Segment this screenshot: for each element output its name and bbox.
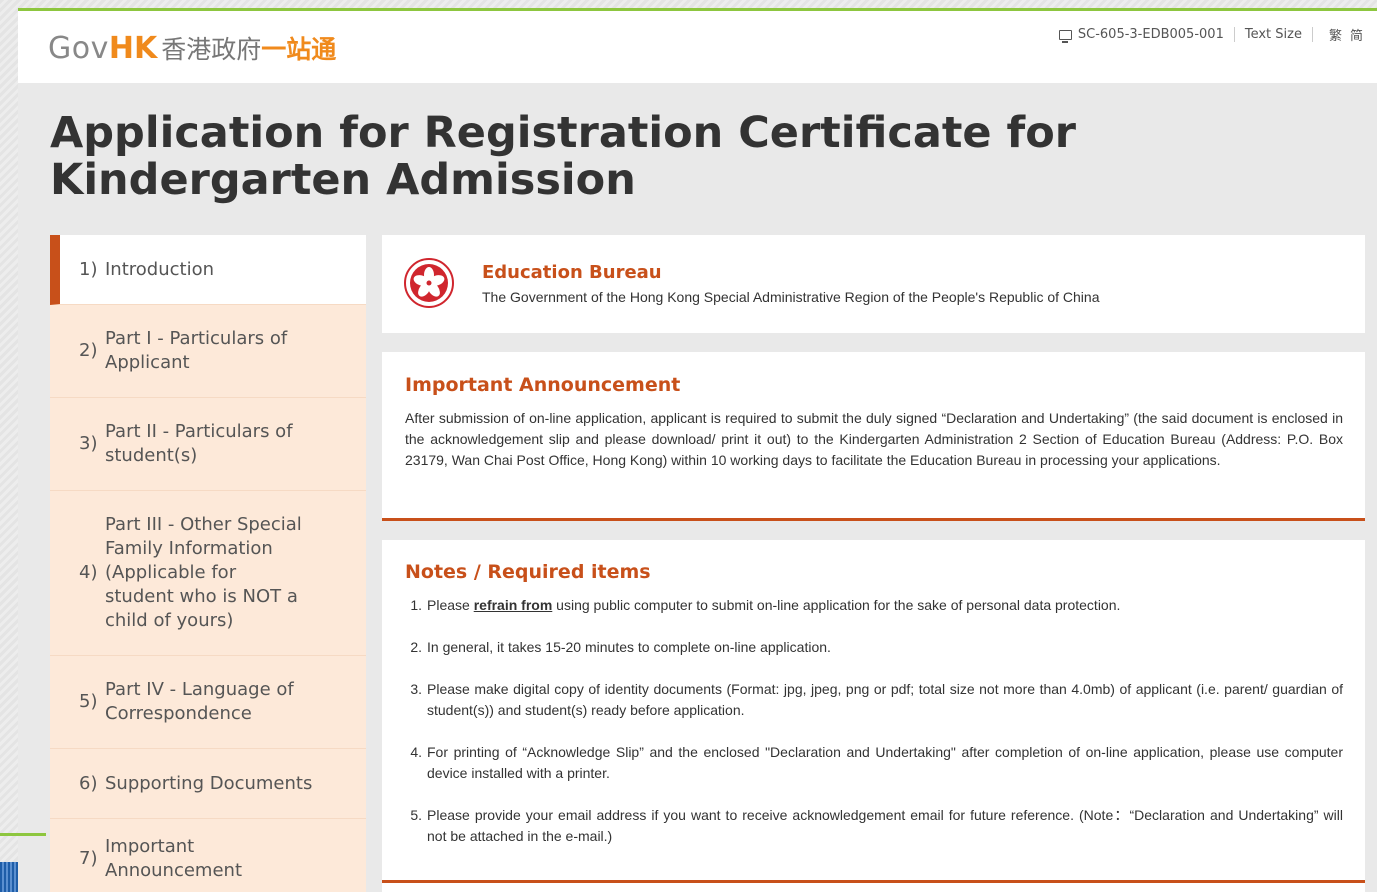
list-item-index: 4. xyxy=(410,744,422,760)
nav-step-other-special-family-information[interactable]: 4) Part III - Other Special Family Infor… xyxy=(50,491,366,656)
left-green-accent xyxy=(0,833,46,836)
list-item-text: Please provide your email address if you… xyxy=(427,807,1343,844)
nav-step-number: 4) xyxy=(79,562,98,583)
nav-step-label: Part III - Other Special Family Informat… xyxy=(105,514,302,631)
nav-step-supporting-documents[interactable]: 6) Supporting Documents xyxy=(50,749,366,819)
list-item: 5. Please provide your email address if … xyxy=(405,805,1343,847)
list-item: 2. In general, it takes 15-20 minutes to… xyxy=(405,637,1343,658)
left-decorative-strip xyxy=(0,0,18,892)
notes-card: Notes / Required items 1. Please refrain… xyxy=(382,540,1365,892)
notes-title: Notes / Required items xyxy=(405,561,651,583)
refrain-from-emphasis: refrain from xyxy=(473,597,553,613)
nav-step-label: Introduction xyxy=(105,258,215,280)
divider xyxy=(1311,27,1313,42)
bureau-card: Education Bureau The Government of the H… xyxy=(382,235,1365,333)
list-item-index: 2. xyxy=(410,639,422,655)
list-item-index: 5. xyxy=(410,807,422,823)
note-text: using public computer to submit on-line … xyxy=(552,597,1121,613)
announcement-card: Important Announcement After submission … xyxy=(382,352,1365,521)
nav-step-number: 3) xyxy=(79,433,98,454)
note-text: Please xyxy=(427,597,474,613)
announcement-title: Important Announcement xyxy=(405,374,681,396)
notes-list: 1. Please refrain from using public comp… xyxy=(405,595,1343,847)
lang-traditional-chinese-link[interactable]: 繁 xyxy=(1329,25,1342,44)
bureau-subtitle: The Government of the Hong Kong Special … xyxy=(482,289,1100,305)
list-item-text: For printing of “Acknowledge Slip” and t… xyxy=(427,744,1343,781)
list-item: 4. For printing of “Acknowledge Slip” an… xyxy=(405,742,1343,784)
govhk-logo[interactable]: Gov HK 香港政府 一站通 xyxy=(48,30,336,66)
list-item-index: 3. xyxy=(410,681,422,697)
nav-step-number: 6) xyxy=(79,772,98,794)
monitor-icon xyxy=(1058,29,1072,43)
logo-chinese-accent-text: 一站通 xyxy=(261,35,337,64)
nav-step-label: Supporting Documents xyxy=(105,772,313,794)
nav-step-label: Part IV - Language of Correspondence xyxy=(105,679,294,724)
list-item-index: 1. xyxy=(410,597,422,613)
logo-gov-text: Gov xyxy=(48,31,109,66)
nav-step-language-of-correspondence[interactable]: 5) Part IV - Language of Correspondence xyxy=(50,656,366,749)
nav-step-label: Part I - Particulars of Applicant xyxy=(105,328,288,373)
nav-step-particulars-of-students[interactable]: 3) Part II - Particulars of student(s) xyxy=(50,398,366,491)
list-item-text: Please make digital copy of identity doc… xyxy=(427,681,1343,718)
nav-step-number: 2) xyxy=(79,340,98,361)
nav-step-particulars-of-applicant[interactable]: 2) Part I - Particulars of Applicant xyxy=(50,305,366,398)
top-decorative-strip xyxy=(0,0,1377,8)
list-item: 1. Please refrain from using public comp… xyxy=(405,595,1343,616)
nav-step-important-announcement[interactable]: 7) Important Announcement xyxy=(50,819,366,892)
left-blue-accent xyxy=(0,862,18,892)
lang-simplified-chinese-link[interactable]: 简 xyxy=(1350,25,1363,44)
list-item: 3. Please make digital copy of identity … xyxy=(405,679,1343,721)
service-code: SC-605-3-EDB005-001 xyxy=(1077,27,1224,42)
bureau-name: Education Bureau xyxy=(482,262,662,283)
site-header: Gov HK 香港政府 一站通 SC-605-3-EDB005-001 Text… xyxy=(18,8,1377,83)
step-navigation: 1) Introduction 2) Part I - Particulars … xyxy=(50,235,366,892)
nav-step-introduction[interactable]: 1) Introduction xyxy=(50,235,366,305)
nav-step-number: 1) xyxy=(79,258,98,280)
list-item-text: Please refrain from using public compute… xyxy=(427,595,1120,616)
utility-bar: SC-605-3-EDB005-001 Text Size 繁 简 xyxy=(1058,25,1363,44)
list-item-text: In general, it takes 15-20 minutes to co… xyxy=(427,639,831,655)
notes-bottom-border xyxy=(382,880,1365,883)
page-title: Application for Registration Certificate… xyxy=(50,108,1076,205)
nav-step-number: 7) xyxy=(79,847,98,869)
logo-hk-text: HK xyxy=(108,31,158,66)
logo-chinese-text: 香港政府 xyxy=(161,35,262,64)
announcement-text: After submission of on-line application,… xyxy=(405,410,1343,468)
hksar-emblem-icon xyxy=(404,258,454,308)
nav-step-label: Important Announcement xyxy=(105,835,243,881)
text-size-button[interactable]: Text Size xyxy=(1245,27,1302,42)
nav-step-number: 5) xyxy=(79,691,98,712)
nav-step-label: Part II - Particulars of student(s) xyxy=(105,421,293,466)
divider xyxy=(1233,27,1235,42)
